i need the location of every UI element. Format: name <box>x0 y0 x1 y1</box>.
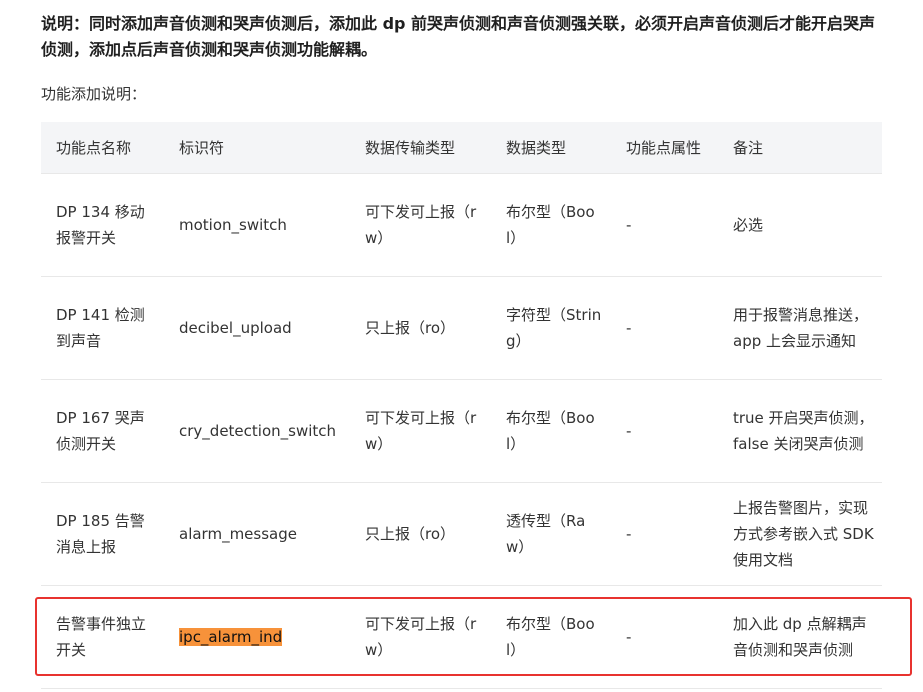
table-row: DP 185 告警消息上报 alarm_message 只上报（ro） 透传型（… <box>41 482 882 586</box>
cell-name: DP 167 哭声侦测开关 <box>41 379 167 483</box>
cell-data-type: 布尔型（Bool） <box>491 173 611 277</box>
cell-transfer-type: 可下发可上报（rw） <box>350 379 491 483</box>
table-row: DP 167 哭声侦测开关 cry_detection_switch 可下发可上… <box>41 379 882 483</box>
cell-name: DP 185 告警消息上报 <box>41 482 167 586</box>
cell-identifier: cry_detection_switch <box>167 379 350 483</box>
cell-name: 告警事件独立开关 <box>41 585 167 689</box>
cell-remark: 上报告警图片，实现方式参考嵌入式 SDK 使用文档 <box>718 482 882 586</box>
cell-identifier: decibel_upload <box>167 276 350 380</box>
dp-function-table: 功能点名称 标识符 数据传输类型 数据类型 功能点属性 备注 DP 134 移动… <box>41 122 882 689</box>
note-paragraph: 说明：同时添加声音侦测和哭声侦测后，添加此 dp 前哭声侦测和声音侦测强关联，必… <box>41 14 876 59</box>
header-identifier: 标识符 <box>167 122 350 174</box>
header-remark: 备注 <box>718 122 882 174</box>
table-row-highlighted: 告警事件独立开关 ipc_alarm_ind 可下发可上报（rw） 布尔型（Bo… <box>41 585 882 689</box>
cell-attribute: - <box>611 585 718 689</box>
cell-data-type: 透传型（Raw） <box>491 482 611 586</box>
cell-identifier: motion_switch <box>167 173 350 277</box>
cell-attribute: - <box>611 173 718 277</box>
cell-transfer-type: 只上报（ro） <box>350 482 491 586</box>
table-header-row: 功能点名称 标识符 数据传输类型 数据类型 功能点属性 备注 <box>41 122 882 174</box>
cell-remark: true 开启哭声侦测，false 关闭哭声侦测 <box>718 379 882 483</box>
document-page: 说明：同时添加声音侦测和哭声侦测后，添加此 dp 前哭声侦测和声音侦测强关联，必… <box>0 0 923 692</box>
table-row: DP 134 移动报警开关 motion_switch 可下发可上报（rw） 布… <box>41 173 882 277</box>
cell-name: DP 141 检测到声音 <box>41 276 167 380</box>
header-name: 功能点名称 <box>41 122 167 174</box>
cell-attribute: - <box>611 482 718 586</box>
highlighted-identifier: ipc_alarm_ind <box>179 627 283 646</box>
cell-data-type: 字符型（String） <box>491 276 611 380</box>
cell-transfer-type: 只上报（ro） <box>350 276 491 380</box>
cell-attribute: - <box>611 379 718 483</box>
cell-transfer-type: 可下发可上报（rw） <box>350 585 491 689</box>
cell-identifier: alarm_message <box>167 482 350 586</box>
cell-attribute: - <box>611 276 718 380</box>
cell-transfer-type: 可下发可上报（rw） <box>350 173 491 277</box>
cell-identifier: ipc_alarm_ind <box>167 585 350 689</box>
cell-data-type: 布尔型（Bool） <box>491 585 611 689</box>
cell-data-type: 布尔型（Bool） <box>491 379 611 483</box>
header-attribute: 功能点属性 <box>611 122 718 174</box>
header-data-type: 数据类型 <box>491 122 611 174</box>
table-row: DP 141 检测到声音 decibel_upload 只上报（ro） 字符型（… <box>41 276 882 380</box>
cell-remark: 必选 <box>718 173 882 277</box>
cell-remark: 加入此 dp 点解耦声音侦测和哭声侦测 <box>718 585 882 689</box>
function-description-label: 功能添加说明： <box>41 85 147 103</box>
cell-name: DP 134 移动报警开关 <box>41 173 167 277</box>
cell-remark: 用于报警消息推送，app 上会显示通知 <box>718 276 882 380</box>
header-transfer-type: 数据传输类型 <box>350 122 491 174</box>
